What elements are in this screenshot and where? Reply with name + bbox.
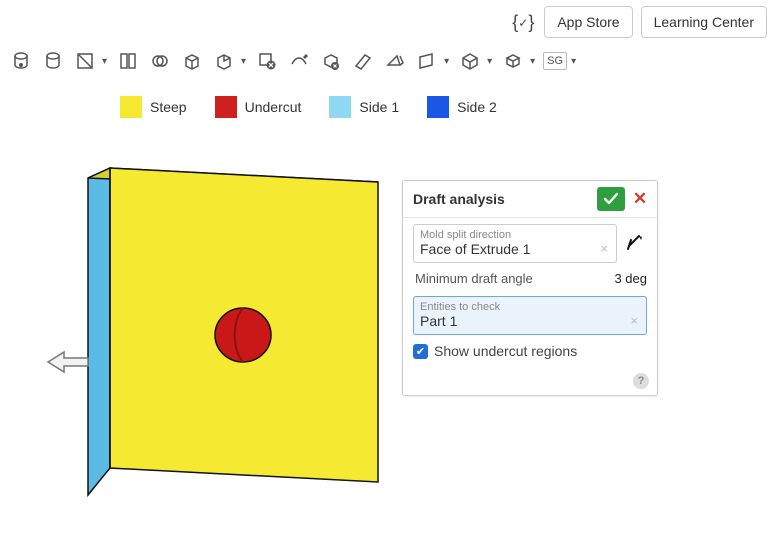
tool-sg-icon[interactable]: SG: [543, 52, 567, 70]
min-angle-value[interactable]: 3 deg: [614, 271, 647, 286]
tool-sg-caret-icon[interactable]: ▾: [569, 56, 578, 67]
draft-legend: Steep Undercut Side 1 Side 2: [120, 96, 497, 118]
tool-wedge-1-icon[interactable]: [350, 48, 376, 74]
panel-title: Draft analysis: [413, 191, 593, 207]
tool-box-2-caret-icon[interactable]: ▾: [239, 56, 248, 67]
mold-direction-field[interactable]: Mold split direction Face of Extrude 1 ×: [413, 224, 617, 263]
show-undercut-checkbox[interactable]: ✔ Show undercut regions: [413, 343, 647, 359]
app-store-button[interactable]: App Store: [544, 6, 632, 38]
legend-undercut: Undercut: [215, 96, 302, 118]
cancel-button[interactable]: ✕: [629, 187, 651, 211]
legend-side2-label: Side 2: [457, 99, 497, 115]
tool-plane-icon[interactable]: [414, 48, 440, 74]
extensions-icon[interactable]: {✓}: [510, 8, 536, 37]
draft-analysis-panel: Draft analysis ✕ Mold split direction Fa…: [402, 180, 658, 396]
min-angle-label: Minimum draft angle: [415, 271, 614, 286]
feature-toolbar: ▾ ▾ ▾ ▾: [8, 48, 767, 74]
flip-direction-icon[interactable]: [623, 224, 647, 260]
legend-side1-swatch: [329, 96, 351, 118]
tool-isometric-icon[interactable]: [457, 48, 483, 74]
tool-delete-body-icon[interactable]: [254, 48, 280, 74]
tool-section-caret-icon[interactable]: ▾: [100, 56, 109, 67]
legend-side2: Side 2: [427, 96, 497, 118]
tool-modify-1-icon[interactable]: [286, 48, 312, 74]
legend-steep-swatch: [120, 96, 142, 118]
tool-box-x-icon[interactable]: [318, 48, 344, 74]
direction-arrow-icon: [46, 350, 90, 374]
checkbox-checked-icon: ✔: [413, 344, 428, 359]
tool-wedge-2-icon[interactable]: [382, 48, 408, 74]
tool-split-icon[interactable]: [115, 48, 141, 74]
tool-isometric-caret-icon[interactable]: ▾: [485, 56, 494, 67]
legend-steep-label: Steep: [150, 99, 187, 115]
show-undercut-label: Show undercut regions: [434, 343, 577, 359]
learning-center-button[interactable]: Learning Center: [641, 6, 767, 38]
tool-plane-caret-icon[interactable]: ▾: [442, 56, 451, 67]
legend-side1: Side 1: [329, 96, 399, 118]
tool-cube-caret-icon[interactable]: ▾: [528, 56, 537, 67]
legend-steep: Steep: [120, 96, 187, 118]
entities-clear-icon[interactable]: ×: [630, 313, 638, 328]
tool-section-icon[interactable]: [72, 48, 98, 74]
legend-undercut-label: Undercut: [245, 99, 302, 115]
tool-box-2-icon[interactable]: [211, 48, 237, 74]
mold-direction-clear-icon[interactable]: ×: [600, 241, 608, 256]
legend-side2-swatch: [427, 96, 449, 118]
tool-intersect-icon[interactable]: [147, 48, 173, 74]
mold-direction-label: Mold split direction: [420, 229, 610, 241]
legend-side1-label: Side 1: [359, 99, 399, 115]
tool-cylinder-2-icon[interactable]: [40, 48, 66, 74]
viewport-3d[interactable]: [0, 140, 420, 540]
mold-direction-value: Face of Extrude 1: [420, 241, 610, 257]
tool-cylinder-1-icon[interactable]: [8, 48, 34, 74]
tool-box-1-icon[interactable]: [179, 48, 205, 74]
entities-label: Entities to check: [420, 301, 640, 313]
tool-cube-icon[interactable]: [500, 48, 526, 74]
confirm-button[interactable]: [597, 187, 625, 211]
help-icon[interactable]: ?: [633, 373, 649, 389]
entities-value: Part 1: [420, 313, 640, 329]
entities-field[interactable]: Entities to check Part 1 ×: [413, 296, 647, 335]
legend-undercut-swatch: [215, 96, 237, 118]
